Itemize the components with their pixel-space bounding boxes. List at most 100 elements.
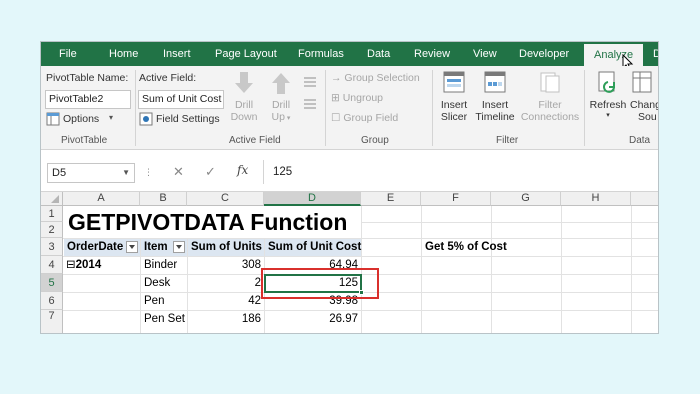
name-box-dropdown-icon[interactable]: ▼ [122, 164, 130, 182]
highlight-box [261, 268, 379, 299]
tab-home[interactable]: Home [109, 42, 138, 66]
drill-down-label-2: Down [230, 111, 258, 123]
change-data-source-button[interactable]: Chang Sou [630, 70, 659, 123]
options-dropdown-icon[interactable]: ▾ [109, 113, 113, 122]
column-header-h[interactable]: H [561, 192, 631, 206]
tab-design-partial[interactable]: D [653, 42, 658, 66]
filter-connections-label-1: Filter [538, 99, 562, 111]
header-cell-get-5-percent[interactable]: Get 5% of Cost [425, 239, 507, 256]
insert-timeline-button[interactable]: Insert Timeline [473, 70, 517, 123]
refresh-dropdown-icon[interactable]: ▾ [588, 111, 628, 119]
header-cell-sum-of-unit-cost[interactable]: Sum of Unit Cost [265, 239, 361, 256]
change-data-source-label-1: Chang [630, 99, 659, 111]
column-header-partial [631, 192, 658, 206]
cell-c6[interactable]: 42 [187, 293, 261, 310]
row-header-6[interactable]: 6 [41, 292, 63, 310]
cell-c7[interactable]: 186 [187, 311, 261, 328]
cell-c5[interactable]: 2 [187, 275, 261, 292]
corner-triangle-icon [51, 195, 59, 203]
cell-b7[interactable]: Pen Set [144, 311, 185, 328]
column-header-e[interactable]: E [361, 192, 421, 206]
timeline-icon [484, 71, 506, 93]
insert-slicer-label-2: Slicer [440, 111, 468, 123]
insert-function-icon[interactable]: fx [237, 163, 248, 177]
cell-b4[interactable]: Binder [144, 257, 177, 274]
enter-icon[interactable]: ✓ [205, 164, 216, 180]
cell-b6[interactable]: Pen [144, 293, 164, 310]
ribbon-separator [135, 70, 136, 146]
group-field-icon: ☐ [331, 112, 344, 124]
tab-data[interactable]: Data [367, 42, 390, 66]
drill-up-button[interactable]: Drill Up ▾ [267, 70, 295, 123]
active-field-label: Active Field: [139, 72, 197, 84]
header-cell-sum-of-units[interactable]: Sum of Units [188, 239, 264, 256]
column-header-g[interactable]: G [491, 192, 561, 206]
row-header-2[interactable]: 2 [41, 222, 63, 238]
cancel-icon[interactable]: ✕ [173, 164, 184, 180]
filter-dropdown-icon[interactable] [126, 241, 138, 253]
slicer-icon [443, 71, 465, 93]
group-selection-button[interactable]: → Group Selection [331, 72, 420, 84]
tab-view[interactable]: View [473, 42, 497, 66]
name-box[interactable]: D5 ▼ [47, 163, 135, 183]
tab-insert[interactable]: Insert [163, 42, 191, 66]
group-label-pivottable: PivotTable [61, 135, 108, 146]
ungroup-button[interactable]: ⊞ Ungroup [331, 92, 383, 104]
row-header-1[interactable]: 1 [41, 206, 63, 222]
tab-developer[interactable]: Developer [519, 42, 569, 66]
column-header-a[interactable]: A [63, 192, 140, 206]
change-data-source-label-2: Sou [638, 111, 657, 123]
insert-slicer-button[interactable]: Insert Slicer [437, 70, 471, 123]
row-header-3[interactable]: 3 [41, 238, 63, 256]
drill-up-label-2: Up ▾ [271, 111, 291, 123]
filter-arrow-icon [129, 245, 135, 249]
filter-dropdown-icon[interactable] [173, 241, 185, 253]
row-header-5[interactable]: 5 [41, 274, 63, 292]
collapse-field-icon[interactable] [302, 97, 318, 111]
insert-timeline-label-1: Insert [481, 99, 509, 111]
drill-up-label-1: Drill [271, 99, 291, 111]
active-field-input[interactable]: Sum of Unit Cost [138, 90, 224, 109]
expand-field-icon[interactable] [302, 75, 318, 89]
pivottable-name-input[interactable]: PivotTable2 [45, 90, 131, 109]
group-field-button[interactable]: ☐ Group Field [331, 112, 398, 124]
tab-page-layout[interactable]: Page Layout [215, 42, 277, 66]
ribbon: PivotTable Name: PivotTable2 Options ▾ P… [41, 66, 659, 150]
row-header-7[interactable]: 7 [41, 310, 63, 333]
refresh-icon [598, 71, 615, 93]
column-header-f[interactable]: F [421, 192, 491, 206]
row-header-4[interactable]: 4 [41, 256, 63, 274]
tab-file[interactable]: File [59, 42, 77, 66]
select-all-corner[interactable] [41, 192, 63, 206]
sheet-title[interactable]: GETPIVOTDATA Function [68, 208, 347, 236]
gridline [631, 206, 632, 333]
filter-connections-label-2: Connections [520, 111, 580, 123]
tab-analyze[interactable]: Analyze [584, 42, 644, 66]
cell-d7[interactable]: 26.97 [264, 311, 358, 328]
formula-input[interactable]: 125 [273, 166, 292, 178]
tab-formulas[interactable]: Formulas [298, 42, 344, 66]
cell-b5[interactable]: Desk [144, 275, 170, 292]
gridline [361, 222, 658, 223]
refresh-button[interactable]: Refresh ▾ [588, 70, 628, 119]
drill-down-button[interactable]: Drill Down [229, 70, 259, 123]
column-header-c[interactable]: C [187, 192, 264, 206]
filter-connections-button[interactable]: Filter Connections [519, 70, 581, 123]
ribbon-separator [584, 70, 585, 146]
column-header-b[interactable]: B [140, 192, 187, 206]
ribbon-separator [432, 70, 433, 146]
field-settings-icon [139, 112, 153, 126]
options-button[interactable]: Options [63, 113, 99, 125]
group-label-group: Group [361, 135, 389, 146]
drill-down-arrow-icon [235, 72, 253, 93]
cell-a4[interactable]: ⊟2014 [66, 257, 101, 274]
ribbon-tab-bar: File Home Insert Page Layout Formulas Da… [41, 42, 658, 72]
refresh-label: Refresh [589, 99, 627, 111]
insert-timeline-label-2: Timeline [475, 111, 515, 123]
ribbon-separator [325, 70, 326, 146]
column-header-d[interactable]: D [264, 192, 361, 206]
cell-c4[interactable]: 308 [187, 257, 261, 274]
collapse-icon[interactable]: ⊟ [66, 259, 76, 271]
tab-review[interactable]: Review [414, 42, 450, 66]
field-settings-button[interactable]: Field Settings [156, 113, 220, 125]
